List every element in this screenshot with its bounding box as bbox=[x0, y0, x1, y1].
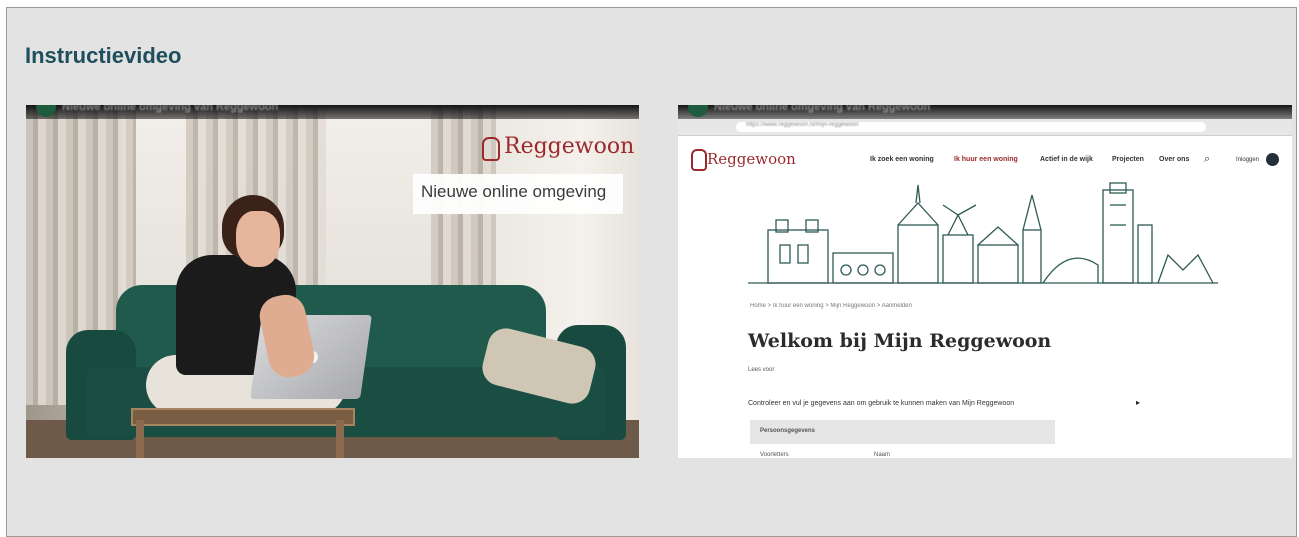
page-heading: Welkom bij Mijn Reggewoon bbox=[748, 330, 1052, 352]
channel-avatar-icon bbox=[36, 105, 56, 117]
video-title-bar: Nieuwe online omgeving van Reggewoon bbox=[678, 105, 1292, 119]
video-title: Nieuwe online omgeving van Reggewoon bbox=[62, 105, 279, 113]
video-1-scene: Reggewoon Nieuwe online omgeving bbox=[26, 105, 639, 458]
video-title-bar: Nieuwe online omgeving van Reggewoon bbox=[26, 105, 639, 119]
video-thumbnail-1[interactable]: Reggewoon Nieuwe online omgeving Nieuwe … bbox=[26, 105, 639, 458]
panel-title: Instructievideo bbox=[25, 43, 182, 68]
instructievideo-panel: Instructievideo Reggewoon Nieuwe online … bbox=[6, 7, 1297, 537]
search-icon: ⌕ bbox=[1204, 153, 1211, 165]
user-avatar-icon bbox=[1266, 153, 1279, 166]
caption-text: Nieuwe online omgeving bbox=[421, 182, 607, 201]
section-label: Persoonsgegevens bbox=[760, 428, 816, 434]
field-label-voorletters: Voorletters bbox=[760, 452, 789, 458]
read-aloud-button: Lees voor bbox=[748, 367, 775, 373]
field-label-naam: Naam bbox=[874, 452, 891, 458]
login-link: Inloggen bbox=[1236, 157, 1260, 163]
url-text: https://www.reggewoon.nl/mijn-reggewoon bbox=[746, 122, 859, 128]
nav-item-zoek: Ik zoek een woning bbox=[870, 156, 934, 163]
caption-overlay: Nieuwe online omgeving bbox=[413, 174, 623, 214]
brand-name: Reggewoon bbox=[504, 134, 635, 159]
intro-text: Controleer en vul je gegevens aan om geb… bbox=[748, 400, 1015, 407]
cursor-icon: ▸ bbox=[1136, 398, 1141, 407]
nav-item-projecten: Projecten bbox=[1112, 156, 1144, 163]
reggewoon-logo-icon bbox=[691, 149, 707, 171]
video-thumbnail-2[interactable]: https://www.reggewoon.nl/mijn-reggewoon … bbox=[678, 105, 1292, 458]
breadcrumb: Home > Ik huur een woning > Mijn Reggewo… bbox=[750, 303, 912, 309]
brand-overlay: Reggewoon bbox=[482, 131, 634, 171]
site-logo: Reggewoon bbox=[707, 150, 796, 168]
city-skyline-illustration bbox=[748, 182, 1218, 284]
channel-avatar-icon bbox=[688, 105, 708, 117]
url-bar: https://www.reggewoon.nl/mijn-reggewoon bbox=[736, 122, 1206, 132]
nav-item-actief: Actief in de wijk bbox=[1040, 156, 1093, 163]
form-section-header: Persoonsgegevens bbox=[750, 420, 1055, 444]
coffee-table bbox=[131, 408, 355, 426]
video-title: Nieuwe online omgeving van Reggewoon bbox=[714, 105, 931, 113]
nav-item-over-ons: Over ons bbox=[1159, 156, 1190, 163]
browser-toolbar: https://www.reggewoon.nl/mijn-reggewoon bbox=[678, 119, 1292, 136]
site-header: Reggewoon Ik zoek een woning Ik huur een… bbox=[678, 136, 1292, 174]
reggewoon-logo-icon bbox=[482, 137, 500, 161]
video-2-scene: https://www.reggewoon.nl/mijn-reggewoon … bbox=[678, 105, 1292, 458]
nav-item-huur: Ik huur een woning bbox=[954, 156, 1018, 163]
